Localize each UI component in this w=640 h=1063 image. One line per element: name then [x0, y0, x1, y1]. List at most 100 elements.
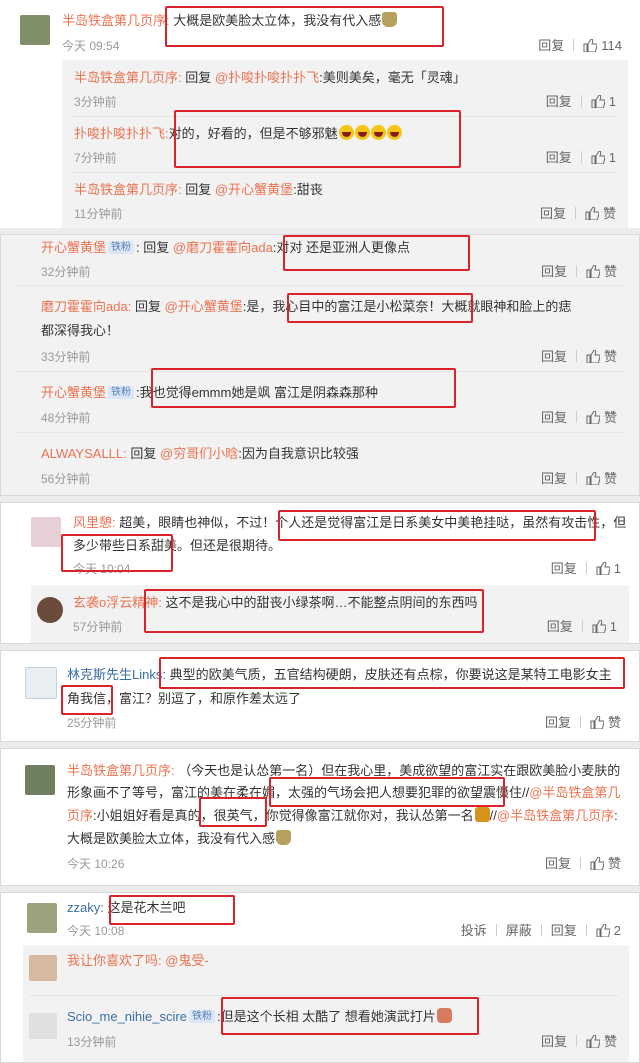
comment-body: （今天也是认怂第一名）但在我心里，美成欲望的富江实在跟欧美脸小麦肤的 — [178, 763, 621, 778]
avatar[interactable] — [29, 1013, 57, 1039]
timestamp: 56分钟前 — [41, 472, 91, 486]
reply-button[interactable]: 回复 — [541, 471, 567, 486]
reply-actions: 回复 1 — [546, 150, 616, 166]
timestamp: 7分钟前 — [74, 151, 117, 165]
avatar[interactable] — [25, 667, 57, 699]
username[interactable]: ALWAYSALLL: — [41, 446, 127, 461]
comment-text: 风里憩: 超美，眼睛也神似，不过！个人还是觉得富江是日系美女中美艳挂哒，虽然有攻… — [73, 513, 626, 533]
reply-button[interactable]: 回复 — [547, 619, 573, 634]
like-icon[interactable] — [596, 562, 610, 575]
mention-link-cont[interactable]: 页序 — [67, 808, 93, 823]
like-icon[interactable] — [590, 857, 604, 870]
comment-body: 超美，眼睛也神似，不过！个人还是觉得富江是日系美女中美艳挂哒，虽然有攻击性，但 — [119, 515, 627, 530]
avatar[interactable] — [20, 15, 50, 45]
reply-button[interactable]: 回复 — [551, 561, 577, 576]
username[interactable]: 开心蟹黄堡 — [41, 385, 106, 400]
like-icon[interactable] — [586, 265, 600, 278]
reply-text: 玄袭o浮云精神: 这不是我心中的甜丧小绿茶啊…不能整点阴间的东西吗 — [73, 593, 477, 613]
like-icon[interactable] — [585, 207, 599, 220]
mention-link[interactable]: @磨刀霍霍向ada — [173, 240, 273, 255]
timestamp: 今天 10:08 — [67, 924, 125, 938]
reply-actions: 回复 赞 — [541, 349, 617, 365]
username[interactable]: 半岛铁盒第几页序: — [74, 70, 182, 85]
like-icon[interactable] — [586, 411, 600, 424]
comment-body-cont: 大概是欧美脸太立体，我没有代入感 — [67, 829, 292, 849]
mention-link[interactable]: @半岛铁盒第几 — [529, 785, 620, 800]
like-icon[interactable] — [583, 39, 598, 52]
avatar[interactable] — [25, 765, 55, 795]
username[interactable]: 风里憩: — [73, 515, 116, 530]
like-icon[interactable] — [592, 620, 606, 633]
username[interactable]: 开心蟹黄堡 — [41, 240, 106, 255]
like-label: 赞 — [603, 471, 617, 486]
like-count: 1 — [609, 619, 617, 634]
like-icon[interactable] — [591, 151, 605, 164]
username[interactable]: 扑唆扑唆扑扑飞: — [74, 126, 169, 141]
comment-body-cont: 页序:小姐姐好看是真的，很英气，你觉得像富江就你对，我认怂第一名 //@半岛铁盒第… — [67, 806, 618, 826]
reply-button[interactable]: 回复 — [551, 923, 577, 938]
reply-actions: 回复 赞 — [541, 471, 617, 487]
like-icon[interactable] — [591, 95, 605, 108]
reply-button[interactable]: 回复 — [545, 856, 571, 871]
username[interactable]: 半岛铁盒第几页序: — [74, 182, 182, 197]
block-button[interactable]: 屏蔽 — [506, 923, 532, 938]
reply-thread: 玄袭o浮云精神: 这不是我心中的甜丧小绿茶啊…不能整点阴间的东西吗 57分钟前 … — [31, 585, 629, 643]
mention-link[interactable]: @开心蟹黄堡 — [215, 182, 293, 197]
fan-badge: 铁粉 — [108, 241, 135, 254]
like-label: 赞 — [607, 715, 621, 730]
mention-link[interactable]: @鬼受- — [165, 953, 209, 968]
like-label: 赞 — [602, 206, 616, 221]
timestamp: 3分钟前 — [74, 95, 117, 109]
comment-actions: 回复 赞 — [545, 715, 621, 731]
reply-prefix: 回复 — [130, 446, 157, 461]
reply-text: Scio_me_nihie_scire 铁粉:但是这个长相 太酷了 想看她演武打片 — [67, 1007, 452, 1027]
comment-body: 大概是欧美脸太立体，我没有代入感 — [173, 13, 382, 28]
comment-text: zzaky: 这是花木兰吧 — [67, 898, 185, 918]
like-label: 赞 — [603, 410, 617, 425]
username[interactable]: 磨刀霍霍向ada: — [41, 299, 131, 314]
comment-panel-2: 开心蟹黄堡 铁粉: 回复 @磨刀霍霍向ada:对对 还是亚洲人更像点 32分钟前 … — [0, 234, 640, 496]
reply-button[interactable]: 回复 — [541, 1034, 567, 1049]
reply-button[interactable]: 回复 — [538, 38, 564, 53]
avatar[interactable] — [37, 597, 63, 623]
comment-text: 半岛铁盒第几页序: 大概是欧美脸太立体，我没有代入感 — [62, 11, 398, 31]
avatar[interactable] — [29, 955, 57, 981]
username[interactable]: Scio_me_nihie_scire — [67, 1009, 187, 1024]
like-icon[interactable] — [586, 1035, 600, 1048]
reply-button[interactable]: 回复 — [546, 94, 572, 109]
comment-body-line4: 大概是欧美脸太立体，我没有代入感 — [67, 831, 276, 846]
like-icon[interactable] — [586, 472, 600, 485]
username[interactable]: zzaky: — [67, 900, 104, 915]
reply-button[interactable]: 回复 — [541, 349, 567, 364]
reply-body: 对的，好看的，但是不够邪魅 — [168, 126, 338, 141]
like-count: 114 — [601, 38, 622, 53]
report-button[interactable]: 投诉 — [461, 923, 487, 938]
timestamp: 11分钟前 — [74, 207, 123, 221]
timestamp: 57分钟前 — [73, 620, 123, 634]
username[interactable]: 半岛铁盒第几页序: — [62, 13, 170, 28]
reply-button[interactable]: 回复 — [541, 264, 567, 279]
reply-body: :我也觉得emmm她是飒 富江是阴森森那种 — [136, 385, 378, 400]
like-icon[interactable] — [596, 924, 610, 937]
username[interactable]: 玄袭o浮云精神: — [73, 595, 162, 610]
mention-link[interactable]: @扑唆扑唆扑扑飞 — [215, 70, 319, 85]
reply-button[interactable]: 回复 — [541, 410, 567, 425]
repost-separator: // — [489, 808, 497, 823]
timestamp: 32分钟前 — [41, 265, 91, 279]
mention-link[interactable]: @穷哥们小晗 — [160, 446, 238, 461]
reply-text: 开心蟹黄堡 铁粉:我也觉得emmm她是飒 富江是阴森森那种 — [41, 383, 378, 403]
comment-actions: 回复 赞 — [545, 856, 621, 872]
reply-button[interactable]: 回复 — [540, 206, 566, 221]
username[interactable]: 我让你喜欢了吗: — [67, 953, 162, 968]
username[interactable]: 半岛铁盒第几页序: — [67, 763, 175, 778]
like-icon[interactable] — [586, 350, 600, 363]
avatar[interactable] — [31, 517, 61, 547]
mention-link[interactable]: @半岛铁盒第几页序 — [497, 808, 614, 823]
emoji-icon — [276, 830, 292, 845]
like-icon[interactable] — [590, 716, 604, 729]
mention-link[interactable]: @开心蟹黄堡 — [165, 299, 243, 314]
avatar[interactable] — [27, 903, 57, 933]
username[interactable]: 林克斯先生Links: — [67, 667, 166, 682]
reply-button[interactable]: 回复 — [546, 150, 572, 165]
reply-button[interactable]: 回复 — [545, 715, 571, 730]
